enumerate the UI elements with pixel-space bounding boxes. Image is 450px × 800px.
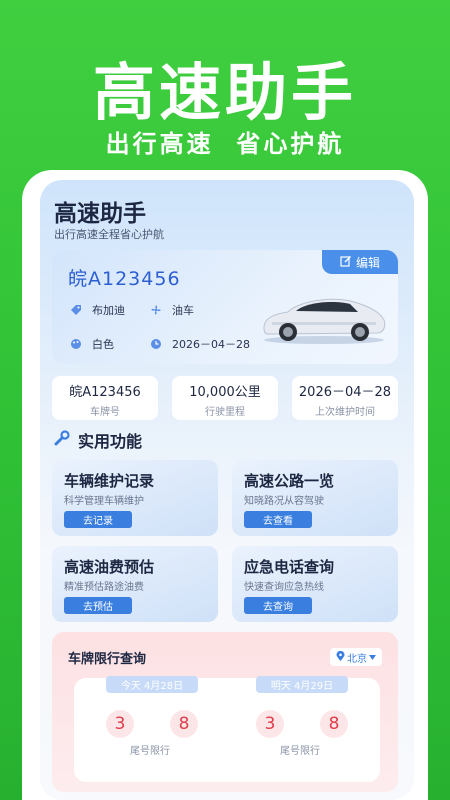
car-info-card[interactable]: 编辑 皖A123456 布加迪 油车 白色 2026－04－28 [52,250,398,364]
stat-label: 上次维护时间 [315,407,375,418]
stat-value: 皖A123456 [69,385,141,400]
stat-value: 10,000公里 [189,385,261,400]
clock-icon [150,338,162,350]
restricted-digit: 8 [170,710,198,738]
feature-desc: 快速查询应急热线 [244,582,324,593]
plate-number: 皖A123456 [68,268,181,290]
feature-maintenance[interactable]: 车辆维护记录 科学管理车辆维护 去记录 [52,460,218,536]
restricted-digit: 3 [256,710,284,738]
feature-highway[interactable]: 高速公路一览 知晓路况从容驾驶 去查看 [232,460,398,536]
app-screen: 高速助手 出行高速全程省心护航 编辑 皖A123456 布加迪 油车 白色 20… [40,180,414,800]
chevron-down-icon [369,652,376,663]
restricted-digit: 8 [320,710,348,738]
hero-subtitle: 出行高速 省心护航 [105,130,345,158]
brand-value: 布加迪 [92,304,125,317]
color-value: 白色 [92,338,114,351]
app-title: 高速助手 [54,201,146,227]
city-name: 北京 [347,653,367,665]
restriction-caption: 尾号限行 [130,746,170,757]
tag-icon [70,304,82,316]
restriction-panel: 今天 4月28日 明天 4月29日 3 8 3 8 尾号限行 尾号限行 [74,676,380,782]
feature-button[interactable]: 去预估 [64,597,132,614]
feature-title: 车辆维护记录 [64,472,155,490]
plate-restriction-card: 车牌限行查询 北京 今天 4月28日 明天 4月29日 3 8 3 8 尾号限行… [52,632,398,792]
restricted-digit: 3 [106,710,134,738]
stat-plate: 皖A123456 车牌号 [52,376,158,420]
day-tag-tomorrow: 明天 4月29日 [256,676,348,693]
date-attr: 2026－04－28 [150,336,250,352]
fuel-attr: 油车 [150,302,194,318]
edit-icon [340,255,352,270]
palette-icon [70,338,82,350]
stat-label: 车牌号 [90,407,120,418]
date-value: 2026－04－28 [172,338,250,351]
feature-fuel[interactable]: 高速油费预估 精准预估路途油费 去预估 [52,546,218,622]
feature-button[interactable]: 去记录 [64,511,132,528]
stat-label: 行驶里程 [205,407,245,418]
feature-button[interactable]: 去查看 [244,511,312,528]
edit-label: 编辑 [355,255,380,270]
feature-desc: 精准预估路途油费 [64,582,144,593]
city-selector[interactable]: 北京 [330,648,382,666]
stat-maintenance-date: 2026－04－28 上次维护时间 [292,376,398,420]
features-section-title: 实用功能 [54,428,142,452]
fuel-value: 油车 [172,304,194,317]
feature-button[interactable]: 去查询 [244,597,312,614]
location-pin-icon [336,650,345,664]
restriction-caption: 尾号限行 [280,746,320,757]
app-subtitle: 出行高速全程省心护航 [54,228,164,241]
features-title-text: 实用功能 [78,432,143,451]
fan-icon [150,304,162,316]
car-image [263,298,386,344]
brand-attr: 布加迪 [70,302,125,318]
feature-title: 应急电话查询 [244,558,335,576]
feature-emergency[interactable]: 应急电话查询 快速查询应急热线 去查询 [232,546,398,622]
color-attr: 白色 [70,336,114,352]
day-tag-today: 今天 4月28日 [106,676,198,693]
wrench-icon [54,430,70,450]
stat-mileage: 10,000公里 行驶里程 [172,376,278,420]
stat-value: 2026－04－28 [298,385,392,400]
feature-title: 高速油费预估 [64,558,155,576]
edit-button[interactable]: 编辑 [322,250,398,274]
hero-title: 高速助手 [92,56,357,129]
feature-desc: 知晓路况从容驾驶 [244,496,324,507]
feature-desc: 科学管理车辆维护 [64,496,144,507]
restriction-title: 车牌限行查询 [68,652,147,667]
feature-title: 高速公路一览 [244,472,335,490]
